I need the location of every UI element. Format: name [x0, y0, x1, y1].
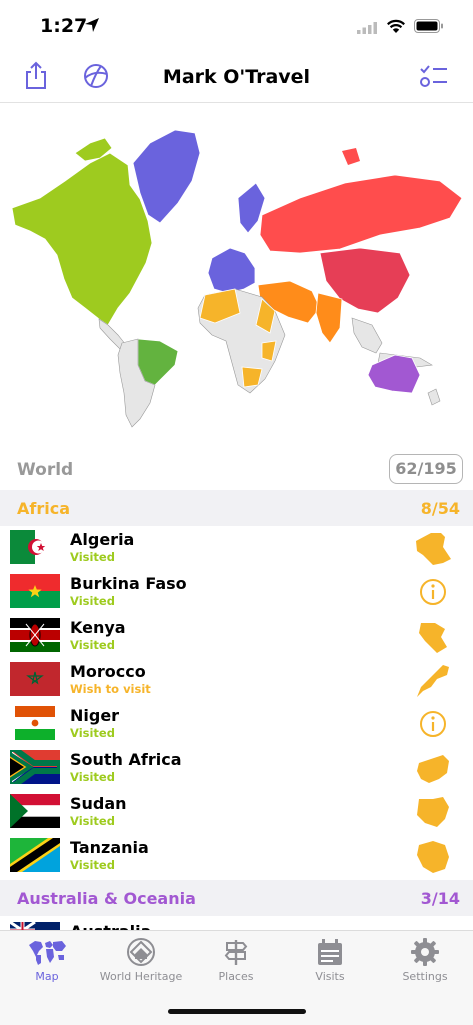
country-name: Tanzania — [70, 838, 149, 857]
cellular-signal-icon — [357, 22, 377, 34]
section-header-africa[interactable]: Africa 8/54 — [0, 490, 473, 526]
gear-icon — [411, 938, 439, 966]
country-status: Visited — [70, 770, 115, 784]
list-item-morocco[interactable]: Morocco Wish to visit — [0, 658, 473, 702]
section-count: 3/14 — [420, 889, 460, 908]
info-icon[interactable] — [413, 573, 453, 611]
tanzania-shape-icon — [417, 841, 449, 873]
signpost-icon — [224, 940, 248, 965]
list-item-algeria[interactable]: Algeria Visited — [0, 526, 473, 570]
heritage-icon — [127, 938, 155, 966]
tab-places[interactable]: Places — [189, 937, 283, 987]
tab-label: Settings — [402, 970, 448, 983]
sudan-shape-icon — [417, 797, 449, 827]
section-count: 8/54 — [420, 499, 460, 518]
country-name: Burkina Faso — [70, 574, 187, 593]
page-title: Mark O'Travel — [162, 66, 311, 88]
checklist-icon — [420, 65, 447, 87]
niger-flag-icon — [15, 706, 55, 740]
algeria-flag-icon — [10, 530, 60, 564]
world-summary-row: World 62/195 — [0, 452, 473, 486]
tab-label: Places — [218, 970, 254, 983]
country-status: Wish to visit — [70, 682, 151, 696]
wifi-icon — [387, 19, 405, 33]
europe-west — [207, 182, 266, 294]
list-item-sudan[interactable]: Sudan Visited — [0, 790, 473, 834]
south-africa-flag-icon — [10, 750, 60, 784]
morocco-shape-icon — [417, 665, 449, 697]
world-map-icon — [29, 941, 66, 965]
list-item-tanzania[interactable]: Tanzania Visited — [0, 834, 473, 878]
list-item-kenya[interactable]: Kenya Visited — [0, 614, 473, 658]
north-america — [11, 137, 153, 326]
world-count-badge[interactable]: 62/195 — [389, 454, 463, 484]
list-item-south-africa[interactable]: South Africa Visited — [0, 746, 473, 790]
list-item-burkina-faso[interactable]: Burkina Faso Visited — [0, 570, 473, 614]
country-status: Visited — [70, 550, 115, 564]
country-name: Morocco — [70, 662, 146, 681]
country-name: Sudan — [70, 794, 127, 813]
list-item-niger[interactable]: Niger Visited — [0, 702, 473, 746]
status-bar: 1:27 — [0, 0, 473, 52]
status-time: 1:27 — [40, 15, 88, 37]
sudan-flag-icon — [10, 794, 60, 828]
section-name: Africa — [17, 499, 70, 518]
tab-label: World Heritage — [99, 970, 183, 983]
country-status: Visited — [70, 638, 115, 652]
home-indicator — [168, 1009, 306, 1014]
battery-icon — [414, 19, 443, 33]
country-name: Algeria — [70, 530, 135, 549]
country-name: South Africa — [70, 750, 182, 769]
world-label: World — [17, 460, 74, 480]
country-name: Kenya — [70, 618, 126, 637]
calendar-icon — [318, 939, 342, 965]
country-name: Niger — [70, 706, 120, 725]
australia — [367, 354, 441, 406]
tab-label: Visits — [315, 970, 345, 983]
burkina-faso-flag-icon — [10, 574, 60, 608]
section-name: Australia & Oceania — [17, 889, 196, 908]
world-map[interactable] — [0, 103, 473, 448]
navigation-bar: Mark O'Travel — [0, 52, 473, 103]
section-header-australia-oceania[interactable]: Australia & Oceania 3/14 — [0, 880, 473, 916]
tab-visits[interactable]: Visits — [283, 937, 377, 987]
kenya-shape-icon — [419, 623, 447, 653]
tab-label: Map — [35, 970, 59, 983]
country-status: Visited — [70, 858, 115, 872]
location-arrow-icon — [85, 18, 99, 32]
country-status: Visited — [70, 814, 115, 828]
kenya-flag-icon — [10, 618, 60, 652]
info-icon[interactable] — [413, 705, 453, 743]
morocco-flag-icon — [10, 662, 60, 696]
tab-settings[interactable]: Settings — [378, 937, 472, 987]
tab-map[interactable]: Map — [0, 937, 94, 987]
russia — [259, 148, 463, 254]
tab-world-heritage[interactable]: World Heritage — [94, 937, 188, 987]
algeria-shape-icon — [416, 533, 451, 565]
south-africa-shape-icon — [417, 755, 449, 783]
country-status: Visited — [70, 726, 115, 740]
tanzania-flag-icon — [10, 838, 60, 872]
country-status: Visited — [70, 594, 115, 608]
checklist-button[interactable] — [418, 60, 450, 92]
